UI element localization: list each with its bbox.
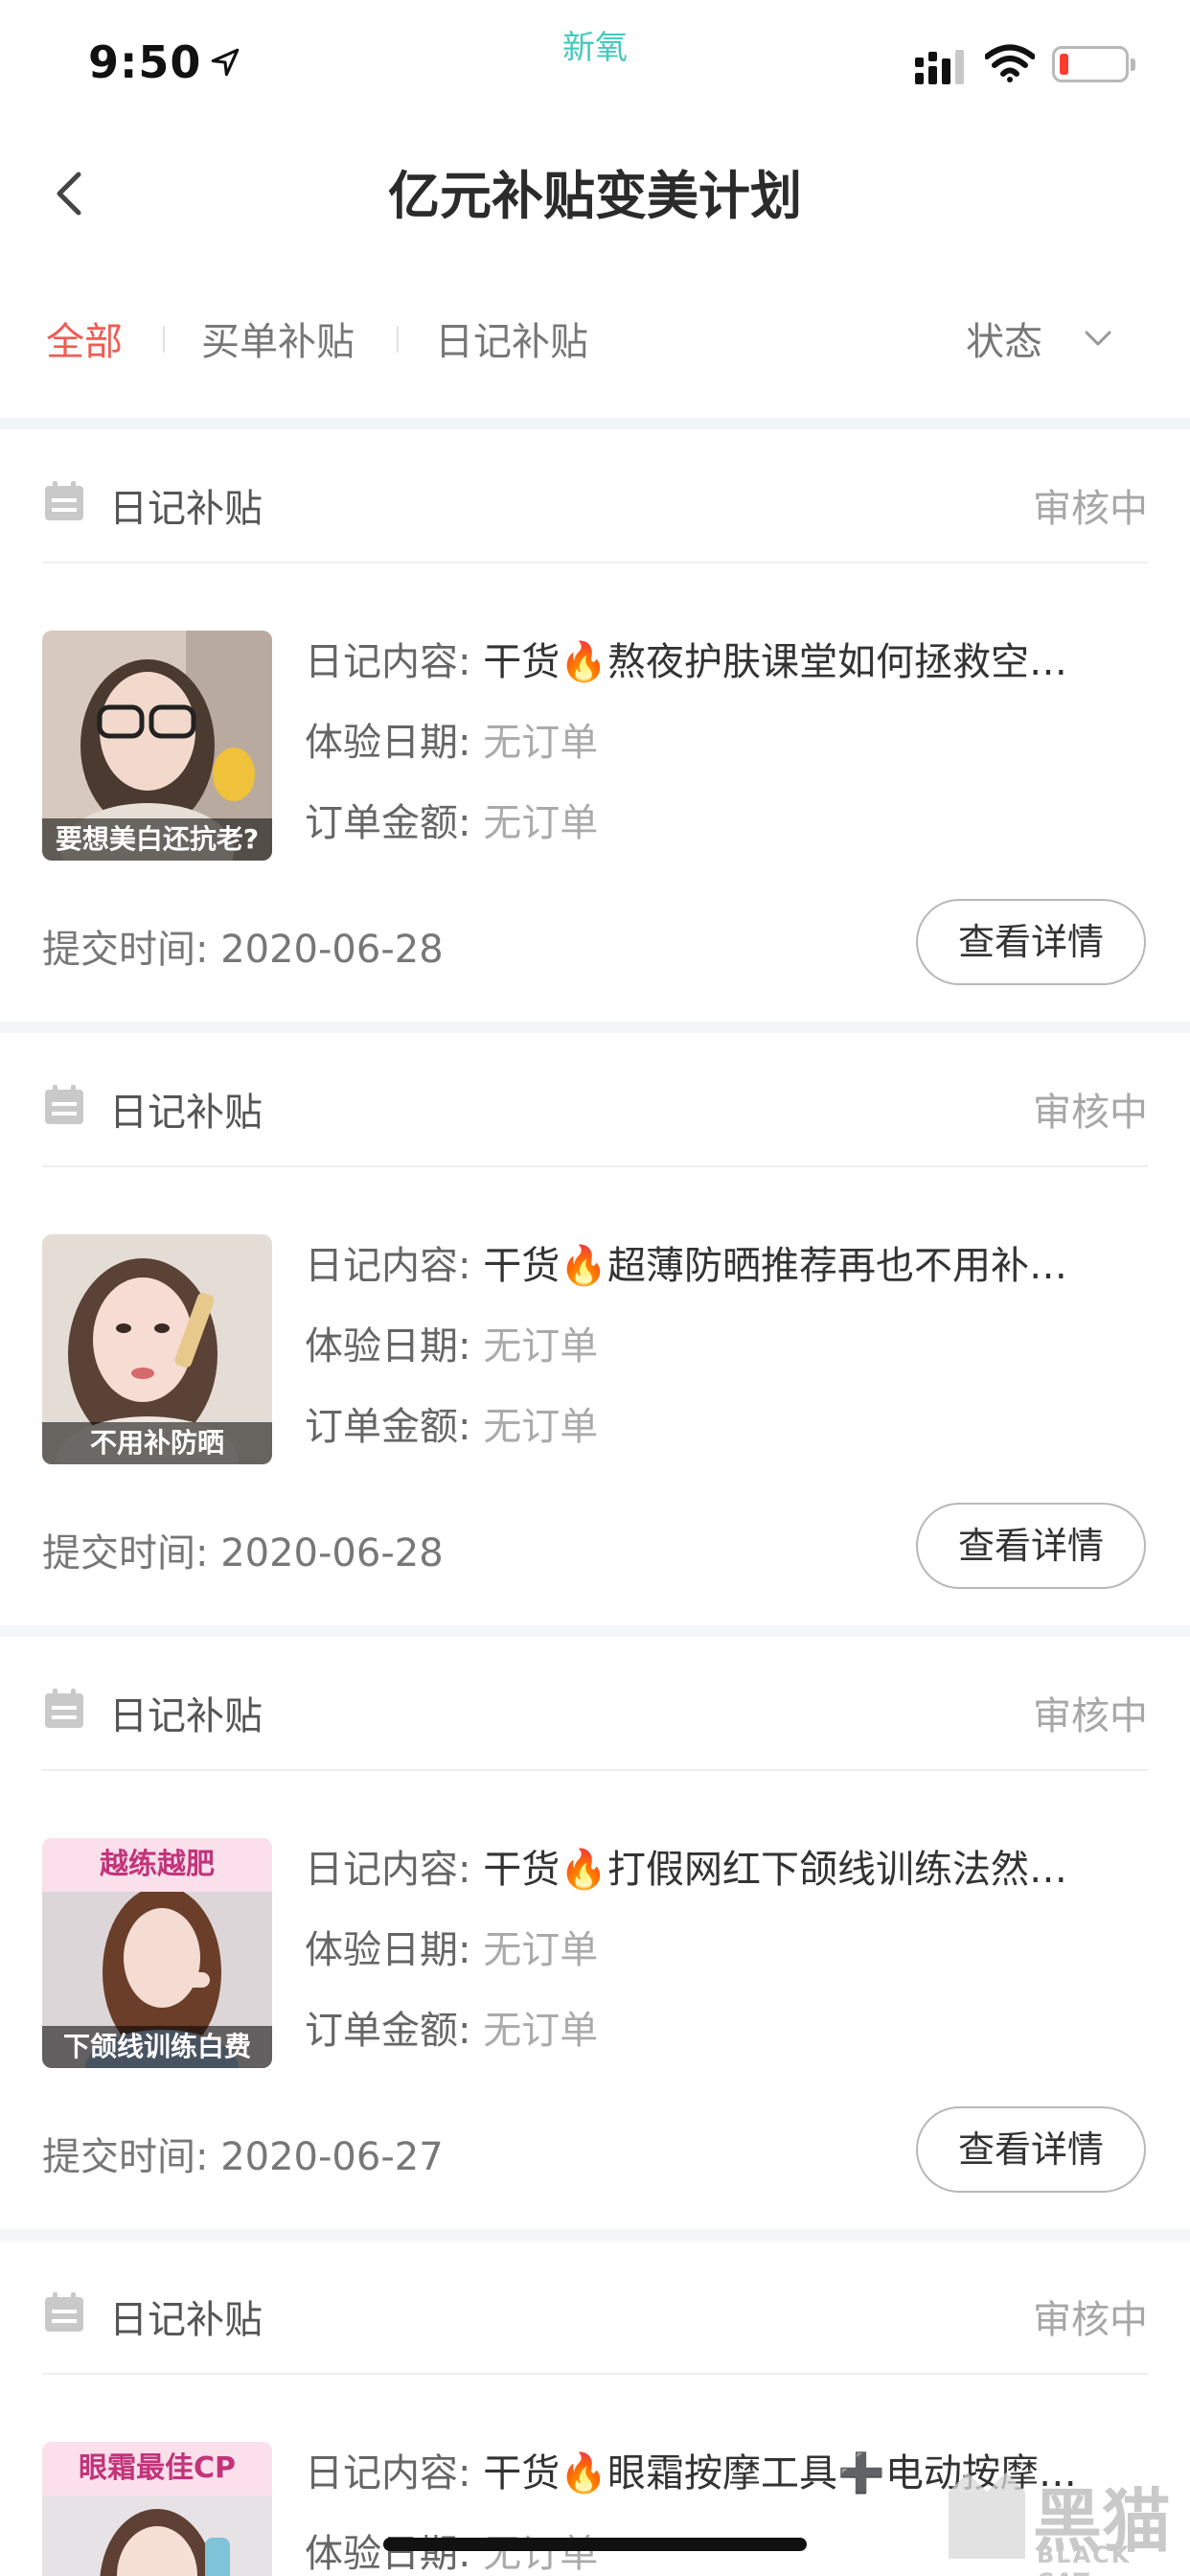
diary-content-label: 日记内容: [305,2451,471,2496]
diary-content-prefix: 干货 [483,2451,561,2496]
order-amount-label: 订单金额: [305,1405,471,1449]
diary-content-label: 日记内容: [305,640,471,684]
tab-all[interactable]: 全部 [46,310,123,366]
order-amount-value: 无订单 [483,801,599,845]
diary-thumbnail[interactable]: 眼霜最佳CP [42,2442,272,2576]
view-details-button[interactable]: 查看详情 [916,899,1146,985]
submit-time: 提交时间: 2020-06-27 [42,2126,444,2181]
experience-date-row: 体验日期: 无订单 [305,1315,598,1370]
filter-tab-bar: 全部 买单补贴 日记补贴 状态 [0,288,1190,393]
submit-time-value: 2020-06-27 [220,2135,444,2179]
tab-purchase-subsidy[interactable]: 买单补贴 [201,310,355,366]
wifi-icon [985,44,1035,82]
calendar-icon [45,1085,83,1124]
fire-icon: 🔥 [560,640,608,684]
experience-date-label: 体验日期: [305,1928,471,1972]
experience-date-value: 无订单 [483,721,599,765]
submit-time-value: 2020-06-28 [220,928,444,972]
diary-content-text: 熬夜护肤课堂如何拯救空… [607,640,1068,684]
subsidy-card: 日记补贴 审核中 不用补防晒 日记内容: 干货🔥超薄防晒推荐再也不用补… 体验日… [0,1033,1190,1625]
watermark-subtext: BLACK CAT [1037,2542,1132,2576]
card-type-label: 日记补贴 [109,1694,263,1738]
submit-time-label: 提交时间: [42,1531,209,1576]
order-amount-row: 订单金额: 无订单 [305,792,598,847]
experience-date-row: 体验日期: 无订单 [305,1919,598,1974]
experience-date-row: 体验日期: 无订单 [305,711,598,767]
diary-thumbnail[interactable]: 要想美白还抗老? [42,631,272,861]
card-type-label: 日记补贴 [109,1091,263,1135]
page-title: 亿元补贴变美计划 [388,166,802,226]
battery-low-icon [1052,46,1135,82]
order-amount-value: 无订单 [483,1405,599,1449]
thumbnail-caption-top: 眼霜最佳CP [42,2442,272,2496]
order-amount-label: 订单金额: [305,801,471,845]
order-amount-label: 订单金额: [305,2009,471,2053]
subsidy-card: 日记补贴 审核中 要想美白还抗老? 日记内容: 干货🔥熬夜护肤课堂如何拯救空… … [0,429,1190,1022]
order-amount-row: 订单金额: 无订单 [305,1395,598,1451]
status-badge: 审核中 [1033,2298,1148,2342]
submit-time-label: 提交时间: [42,928,209,972]
calendar-icon [45,481,83,520]
diary-content-prefix: 干货 [483,1244,561,1288]
diary-content-prefix: 干货 [483,640,561,684]
battery-level [1060,54,1068,75]
thumbnail-caption-top: 越练越肥 [42,1838,272,1892]
order-amount-row: 订单金额: 无订单 [305,1999,598,2055]
nav-bar: 亿元补贴变美计划 [0,125,1190,259]
card-header: 日记补贴 审核中 [42,468,1148,564]
status-bar: 9:50 新氧 [0,0,1190,125]
experience-date-value: 无订单 [483,1928,599,1972]
calendar-icon [45,2292,83,2332]
fire-icon: 🔥 [560,2451,608,2496]
diary-content-text: 超薄防晒推荐再也不用补… [607,1244,1068,1288]
tab-divider [163,326,165,353]
order-amount-value: 无订单 [483,2009,599,2053]
status-badge: 审核中 [1033,1694,1148,1738]
status-badge: 审核中 [1033,487,1148,531]
submit-time: 提交时间: 2020-06-28 [42,918,444,974]
status-badge: 审核中 [1033,1091,1148,1135]
fire-icon: 🔥 [560,1244,608,1288]
section-separator [0,2229,1190,2241]
diary-content-label: 日记内容: [305,1244,471,1288]
view-details-button[interactable]: 查看详情 [916,2106,1146,2193]
diary-content-text: 打假网红下颌线训练法然… [607,1848,1068,1892]
diary-content-label: 日记内容: [305,1848,471,1892]
diary-content-prefix: 干货 [483,1848,561,1892]
experience-date-label: 体验日期: [305,1324,471,1368]
diary-thumbnail[interactable]: 越练越肥 下颌线训练白费 [42,1838,272,2068]
diary-content-row: 日记内容: 干货🔥熬夜护肤课堂如何拯救空… [305,631,1067,686]
section-separator [0,1022,1190,1033]
card-header: 日记补贴 审核中 [42,1675,1148,1771]
tab-diary-subsidy[interactable]: 日记补贴 [435,310,588,366]
signal-icon [915,50,964,84]
chevron-down-icon[interactable] [1081,324,1115,353]
section-separator [0,1625,1190,1637]
calendar-icon [45,1689,83,1728]
status-filter-dropdown[interactable]: 状态 [966,310,1042,366]
submit-time-label: 提交时间: [42,2135,209,2179]
submit-time: 提交时间: 2020-06-28 [42,1522,444,1577]
card-type-label: 日记补贴 [109,487,263,531]
view-details-button[interactable]: 查看详情 [916,1503,1146,1589]
diary-content-row: 日记内容: 干货🔥打假网红下颌线训练法然… [305,1838,1067,1894]
experience-date-label: 体验日期: [305,721,471,765]
thumbnail-caption: 不用补防晒 [42,1422,272,1464]
section-separator [0,418,1190,429]
fire-icon: 🔥 [560,1848,608,1892]
experience-date-value: 无订单 [483,1324,599,1368]
subsidy-card: 日记补贴 审核中 越练越肥 下颌线训练白费 日记内容: 干货🔥打假网红下颌线训练… [0,1637,1190,2229]
diary-thumbnail[interactable]: 不用补防晒 [42,1234,272,1464]
submit-time-value: 2020-06-28 [220,1531,444,1576]
card-header: 日记补贴 审核中 [42,1071,1148,1167]
card-type-label: 日记补贴 [109,2298,263,2342]
thumbnail-caption: 要想美白还抗老? [42,818,272,861]
thumbnail-caption: 下颌线训练白费 [42,2026,272,2068]
diary-content-row: 日记内容: 干货🔥超薄防晒推荐再也不用补… [305,1234,1067,1290]
home-indicator[interactable] [383,2538,807,2551]
card-header: 日记补贴 审核中 [42,2279,1148,2375]
tab-divider [397,326,399,353]
